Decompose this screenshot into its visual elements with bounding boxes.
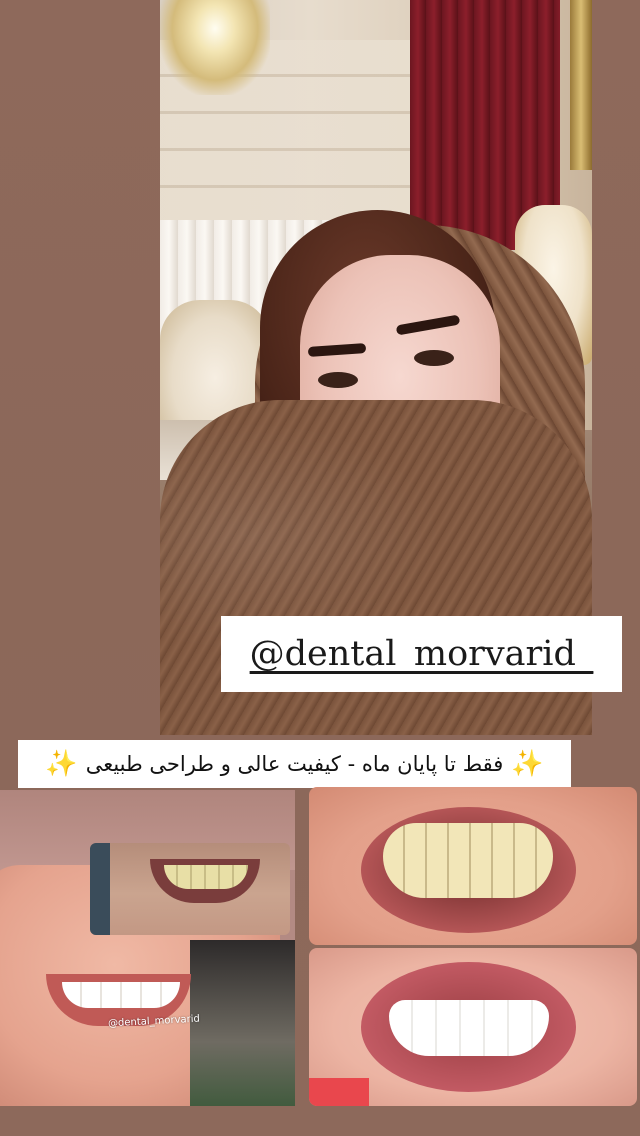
- sparkle-icon: ✨: [511, 749, 544, 779]
- right-eye: [414, 350, 454, 366]
- caption-text: فقط تا پایان ماه - کیفیت عالی و طراحی طب…: [85, 752, 504, 776]
- photo-background: [309, 1078, 369, 1106]
- photo-background: [190, 940, 295, 1106]
- gold-frame: [570, 0, 592, 170]
- before-inset-photo: [90, 843, 290, 935]
- after-photo: [309, 948, 637, 1106]
- username-mention-text: @dental_morvarid_: [249, 634, 594, 674]
- before-photo: [309, 787, 637, 945]
- teeth-after: [389, 1000, 549, 1056]
- inset-background: [90, 843, 110, 935]
- result-photo-left: @dental_morvarid: [0, 790, 295, 1106]
- teeth-before: [383, 823, 553, 898]
- inset-teeth: [164, 865, 248, 889]
- chandelier: [160, 0, 270, 95]
- veneer-teeth: [62, 982, 180, 1008]
- sparkle-icon: ✨: [45, 749, 78, 779]
- username-mention-sticker[interactable]: @dental_morvarid_: [221, 616, 622, 692]
- left-eye: [318, 372, 358, 388]
- caption-strip: ✨ فقط تا پایان ماه - کیفیت عالی و طراحی …: [18, 740, 571, 788]
- story-canvas: @dental_morvarid_ ✨ فقط تا پایان ماه - ک…: [0, 0, 640, 1136]
